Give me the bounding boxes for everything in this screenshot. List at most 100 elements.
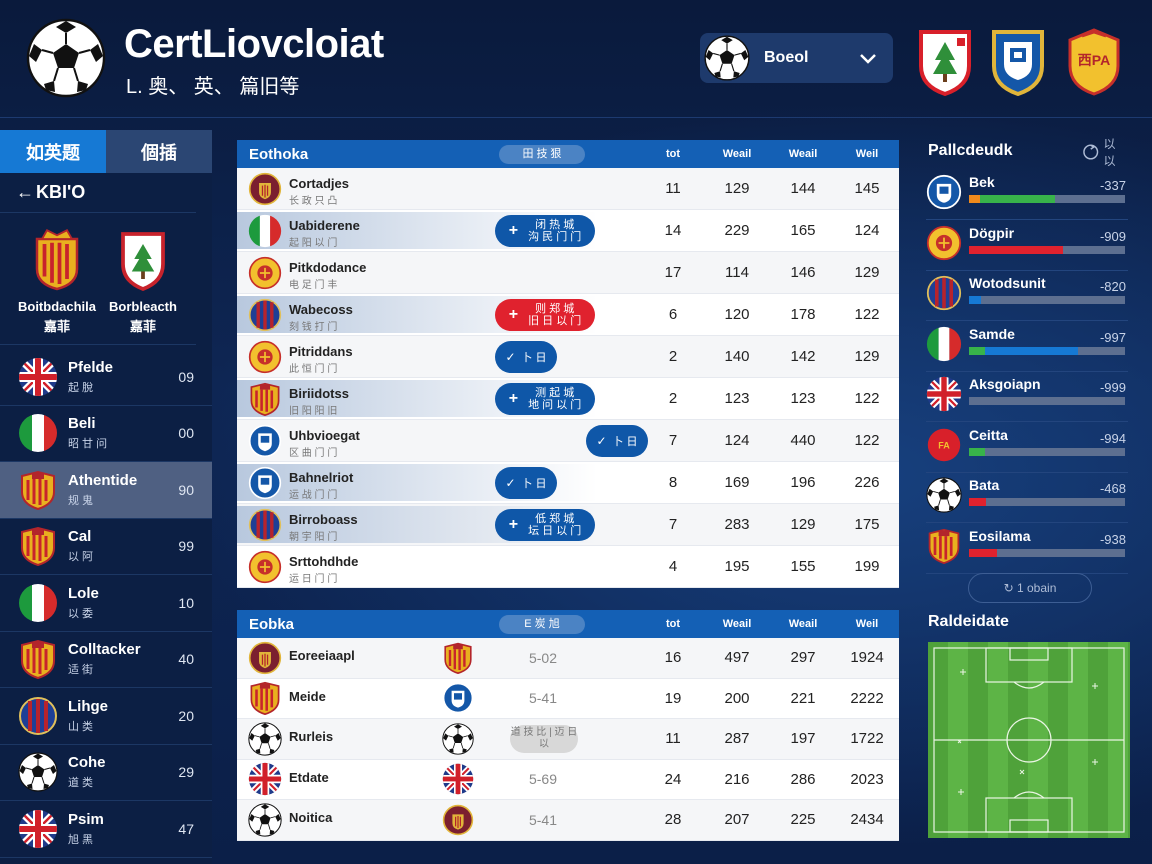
shield-crest-icon xyxy=(444,642,472,674)
refresh-control[interactable]: 以 以 xyxy=(1082,137,1130,168)
stat-cell: 283 xyxy=(724,516,750,533)
progress-bar xyxy=(969,245,1125,254)
table-row[interactable]: Eoreeiaapl 5-02 16 497 297 1924 xyxy=(237,638,899,679)
chevron-down-icon xyxy=(860,54,876,64)
bar-segment xyxy=(969,548,998,557)
team-subtitle: 区 曲 门 门 xyxy=(289,448,338,459)
tab-primary[interactable]: 如英题 xyxy=(0,130,106,173)
table-row[interactable]: Wabecoss 刻 钱 打 门 + 则 郑 城旧 日 以 门 6 120 178 122 xyxy=(237,294,899,336)
featured-club[interactable]: Boitbdachila 嘉菲 xyxy=(14,225,100,344)
table-row[interactable]: Cortadjes 长 政 只 凸 11 129 144 145 xyxy=(237,168,899,210)
leader-item[interactable]: Wotodsunit -820 xyxy=(926,271,1128,321)
leader-item[interactable]: Samde -997 xyxy=(926,322,1128,372)
sidebar-item[interactable]: Colltacker 适 街 40 xyxy=(0,632,212,688)
stat-cell: 178 xyxy=(790,306,816,323)
table-row[interactable]: Srttohdhde 运 日 门 门 4 195 155 199 xyxy=(237,546,899,588)
table-row[interactable]: Birroboass 朝 宇 阳 门 + 低 郑 城坛 日 以 门 7 283 129 175 xyxy=(237,504,899,546)
sidebar-item[interactable]: Cal 以 阿 99 xyxy=(0,519,212,575)
table-row[interactable]: Pitkdodance 电 足 门 丰 17 114 146 129 xyxy=(237,252,899,294)
sidebar-item[interactable]: Beli 昭 甘 问 00 xyxy=(0,406,212,462)
column-header[interactable]: tot xyxy=(643,148,703,160)
table-row[interactable]: Biriidotss 旧 阳 阳 旧 + 测 起 城地 问 以 门 2 123 123 122 xyxy=(237,378,899,420)
leader-item[interactable]: Aksgoiapn -999 xyxy=(926,372,1128,422)
blue-white-crest-icon[interactable] xyxy=(990,26,1046,96)
table-row[interactable]: Noitica 5-41 28 207 225 2434 xyxy=(237,800,899,841)
action-button[interactable]: ✓ 卜 日 xyxy=(495,466,557,499)
leader-value: -997 xyxy=(1099,329,1126,345)
yellow-crest-icon xyxy=(248,550,282,583)
table-filter-pill[interactable]: 田 技 狠 xyxy=(499,145,585,164)
red-round-crest-icon xyxy=(927,428,961,461)
team-subtitle: 此 恒 门 门 xyxy=(289,364,338,375)
action-button[interactable]: ✓ 卜 日 xyxy=(495,340,557,373)
leader-item[interactable]: Bek -337 xyxy=(926,170,1128,220)
sidebar-item[interactable]: Lole 以 委 10 xyxy=(0,575,212,632)
yellow-red-crest-icon[interactable]: 西PA xyxy=(1066,26,1122,96)
sidebar-item[interactable]: Psim 旭 黑 47 xyxy=(0,801,212,858)
action-button[interactable]: ✓ 卜 日 xyxy=(586,424,648,457)
table-row[interactable]: Etdate 5-69 24 216 286 2023 xyxy=(237,760,899,800)
featured-club[interactable]: Borbleacth 嘉菲 xyxy=(100,225,186,344)
sidebar-item-text: Lole 以 委 xyxy=(68,585,178,621)
add-button[interactable]: + 测 起 城地 问 以 门 xyxy=(495,382,595,415)
button-line: 闭 热 城 xyxy=(535,218,575,231)
button-label: 卜 日 xyxy=(521,477,547,490)
stat-cell: 229 xyxy=(724,222,750,239)
stat-cell: 140 xyxy=(724,348,750,365)
table-row[interactable]: Rurleis 道 技 比 | 迈 日 以 11 287 197 1722 xyxy=(237,719,899,760)
sidebar-item-count: 90 xyxy=(178,481,194,498)
leader-item[interactable]: Eosilama -938 xyxy=(926,524,1128,574)
sidebar-item[interactable]: Pfelde 起 脫 09 xyxy=(0,349,212,406)
table-row[interactable]: Uhbvioegat 区 曲 门 门 ✓ 卜 日 7 124 440 122 xyxy=(237,420,899,462)
sidebar-item[interactable]: Lihge 山 类 20 xyxy=(0,688,212,745)
sidebar-item[interactable]: Athentide 规 鬼 90 xyxy=(0,462,212,519)
column-header[interactable]: Weil xyxy=(837,148,897,160)
add-button[interactable]: + 闭 热 城沟 民 门 门 xyxy=(495,214,595,247)
table-row[interactable]: Pitriddans 此 恒 门 门 ✓ 卜 日 2 140 142 129 xyxy=(237,336,899,378)
leader-item[interactable]: Dögpir -909 xyxy=(926,221,1128,271)
column-header[interactable]: Weail xyxy=(773,148,833,160)
table-row[interactable]: Uabiderene 起 阳 以 门 + 闭 热 城沟 民 门 门 14 229 165 12… xyxy=(237,210,899,252)
leader-item[interactable]: Bata -468 xyxy=(926,473,1128,523)
league-selector[interactable]: Boeol xyxy=(700,33,893,83)
column-header[interactable]: Weil xyxy=(837,618,897,630)
tab-secondary[interactable]: 個插 xyxy=(106,130,212,173)
sidebar-item[interactable]: Cohe 道 类 29 xyxy=(0,745,212,801)
leader-item[interactable]: Ceitta -994 xyxy=(926,423,1128,473)
column-header[interactable]: Weail xyxy=(707,148,767,160)
load-more-button[interactable]: ↻ 1 obain xyxy=(968,573,1092,603)
team-subtitle: 朝 宇 阳 门 xyxy=(289,532,338,543)
league-selector-label: Boeol xyxy=(764,49,809,66)
column-header[interactable]: Weail xyxy=(773,618,833,630)
refresh-label: 以 以 xyxy=(1103,137,1116,168)
maroon-crest-icon xyxy=(248,172,282,205)
table-filter-pill[interactable]: E 炭 旭 xyxy=(499,615,585,634)
sidebar-item-title: Lihge xyxy=(68,697,108,715)
team-name: Wabecoss xyxy=(289,302,353,317)
soccer-ball-logo-icon xyxy=(26,18,106,98)
table-row[interactable]: Meide 5-41 19 200 221 2222 xyxy=(237,679,899,719)
back-arrow-icon: ← xyxy=(16,182,34,202)
blue-white-crest-icon xyxy=(248,466,282,499)
shield-crest-icon xyxy=(250,381,280,416)
sidebar-item-subtitle: 适 街 xyxy=(68,664,94,677)
add-button[interactable]: + 则 郑 城旧 日 以 门 xyxy=(495,298,595,331)
column-header[interactable]: tot xyxy=(643,618,703,630)
match-score: 5-02 xyxy=(528,649,558,666)
add-button[interactable]: + 低 郑 城坛 日 以 门 xyxy=(495,508,595,541)
stat-cell: 155 xyxy=(790,558,816,575)
table-row[interactable]: Bahnelriot 运 战 门 门 ✓ 卜 日 8 169 196 226 xyxy=(237,462,899,504)
stat-cell: 122 xyxy=(854,390,880,407)
stat-cell: 11 xyxy=(665,730,681,748)
right-panel-title: Pallcdeudk xyxy=(928,142,1013,159)
barcelona-crest-icon xyxy=(35,229,79,291)
sidebar-item-text: Cohe 道 类 xyxy=(68,754,178,790)
column-header[interactable]: Weail xyxy=(707,618,767,630)
stat-cell: 200 xyxy=(724,689,750,707)
back-button[interactable]: ← KBI'O xyxy=(0,173,196,213)
status-pill[interactable]: 道 技 比 | 迈 日 以 xyxy=(510,724,578,753)
sidebar-item-title: Colltacker xyxy=(68,641,141,659)
stat-cell: 6 xyxy=(668,306,678,323)
green-tree-crest-icon[interactable] xyxy=(917,26,973,96)
stat-cell: 122 xyxy=(854,432,880,449)
